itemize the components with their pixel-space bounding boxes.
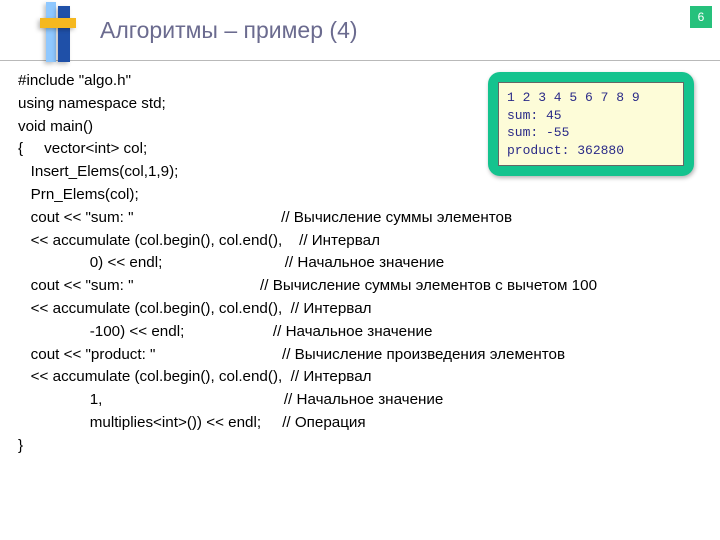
- code-line: Insert_Elems(col,1,9);: [18, 161, 700, 184]
- code-line: cout << "sum: " // Вычисление суммы элем…: [18, 207, 700, 230]
- slide-title: Алгоритмы – пример (4): [100, 17, 358, 44]
- code-line: cout << "sum: " // Вычисление суммы элем…: [18, 275, 700, 298]
- code-line: << accumulate (col.begin(), col.end(), /…: [18, 298, 700, 321]
- code-line: }: [18, 435, 700, 458]
- code-line: -100) << endl; // Начальное значение: [18, 321, 700, 344]
- code-line: << accumulate (col.begin(), col.end(), /…: [18, 366, 700, 389]
- code-line: #include "algo.h": [18, 70, 700, 93]
- code-line: void main(): [18, 116, 700, 139]
- code-listing: #include "algo.h" using namespace std; v…: [18, 70, 700, 530]
- code-line: using namespace std;: [18, 93, 700, 116]
- code-line: << accumulate (col.begin(), col.end(), /…: [18, 230, 700, 253]
- logo-icon: [40, 0, 80, 64]
- code-line: multiplies<int>()) << endl; // Операция: [18, 412, 700, 435]
- code-line: Prn_Elems(col);: [18, 184, 700, 207]
- code-line: 0) << endl; // Начальное значение: [18, 252, 700, 275]
- code-line: 1, // Начальное значение: [18, 389, 700, 412]
- code-line: { vector<int> col;: [18, 138, 700, 161]
- title-bar: Алгоритмы – пример (4): [0, 0, 720, 61]
- code-line: cout << "product: " // Вычисление произв…: [18, 344, 700, 367]
